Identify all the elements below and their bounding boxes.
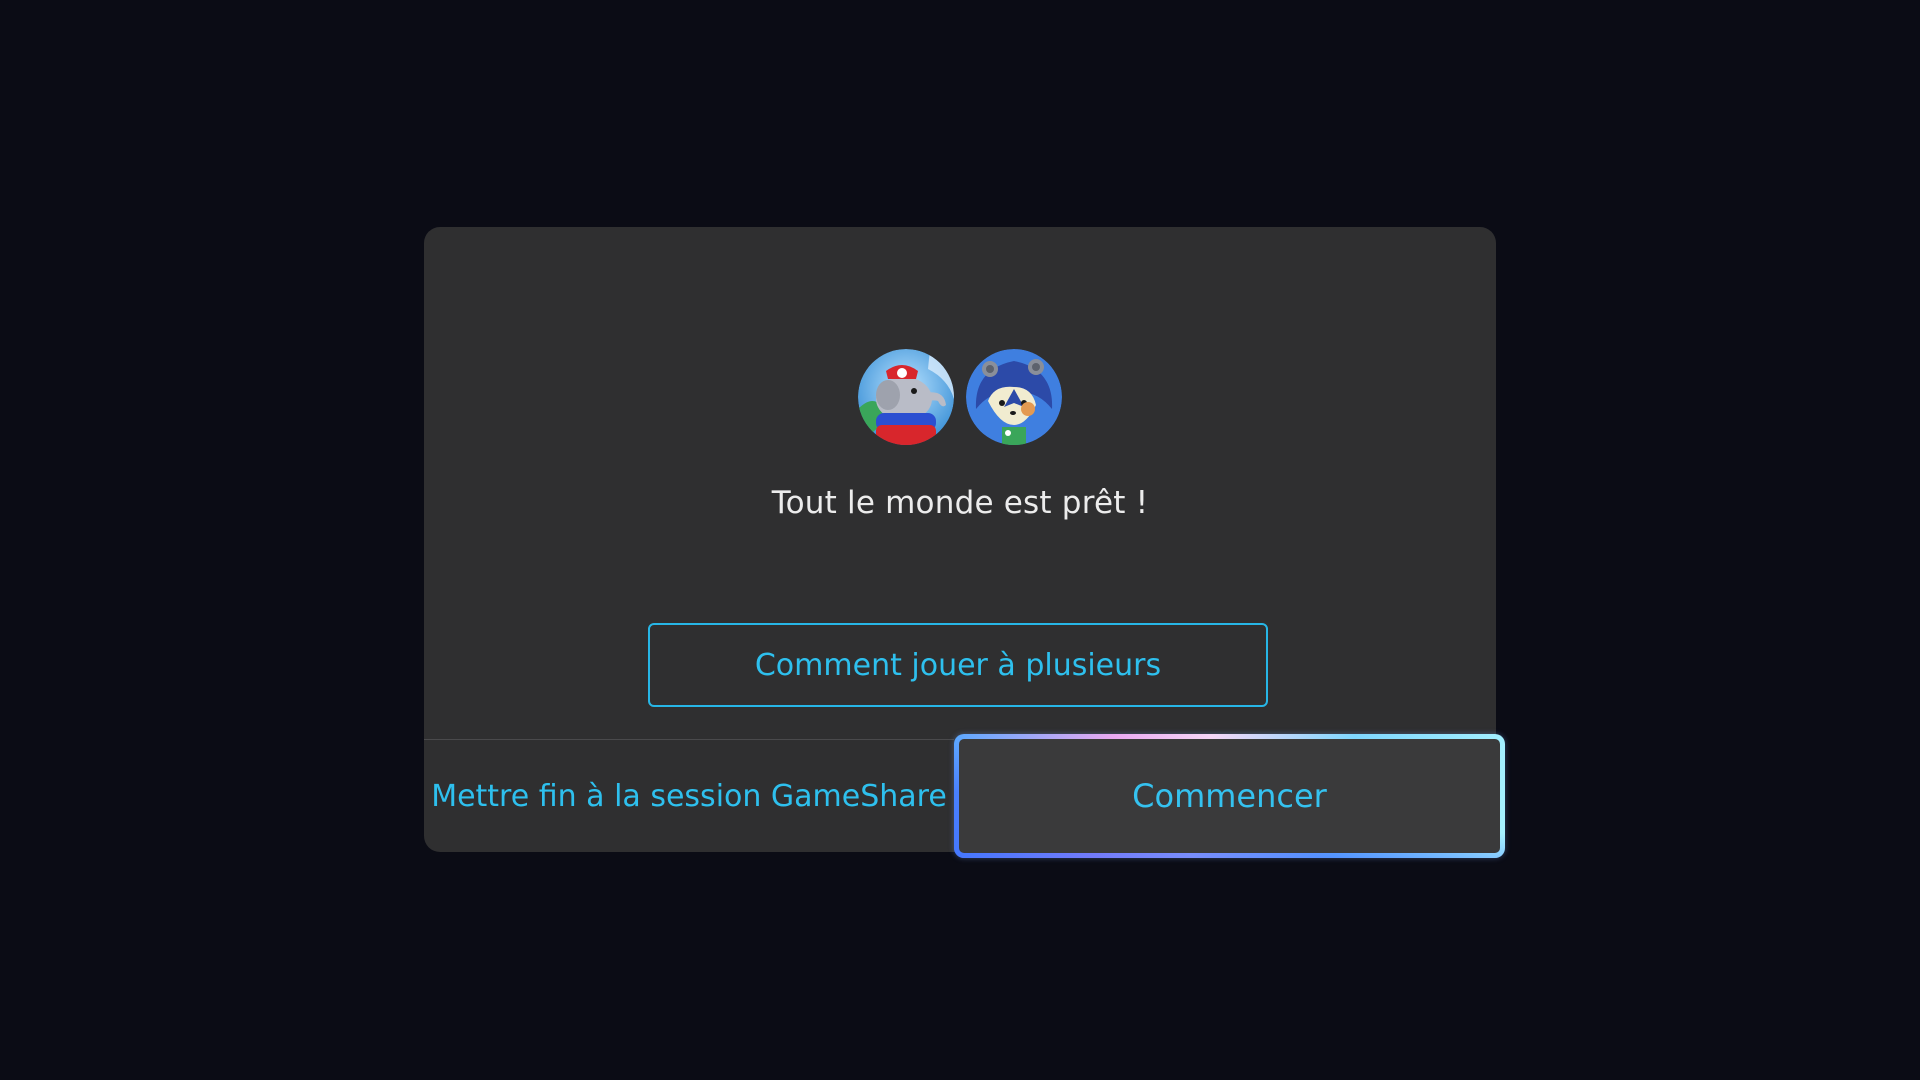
hedgehog-villager-icon [966,349,1062,445]
screen: Tout le monde est prêt ! Comment jouer à… [0,0,1920,1080]
start-button-focus-ring: Commencer [954,734,1505,858]
status-message: Tout le monde est prêt ! [771,485,1149,521]
how-to-play-button[interactable]: Comment jouer à plusieurs [648,623,1268,707]
player-1-avatar [858,349,954,445]
ready-dialog: Tout le monde est prêt ! Comment jouer à… [424,227,1505,858]
elephant-mario-icon [858,349,954,445]
start-button[interactable]: Commencer [959,739,1500,853]
player-2-avatar [966,349,1062,445]
player-avatars [424,349,1496,445]
end-session-button[interactable]: Mettre fin à la session GameShare [424,740,954,852]
